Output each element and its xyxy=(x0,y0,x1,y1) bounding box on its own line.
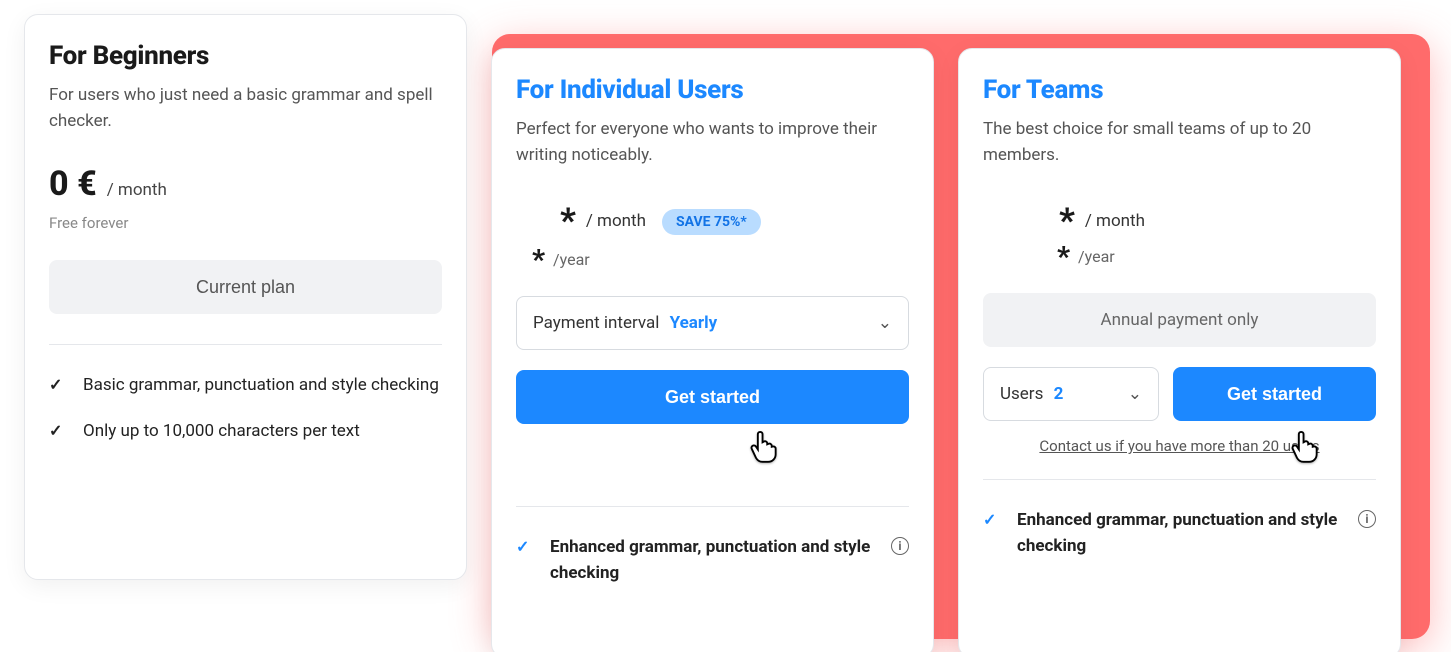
select-label: Users xyxy=(1000,384,1043,404)
chevron-down-icon: ⌄ xyxy=(878,313,892,333)
plan-title: For Teams xyxy=(983,75,1376,105)
info-icon[interactable]: i xyxy=(891,537,909,555)
get-started-button[interactable]: Get started xyxy=(1173,367,1376,421)
feature-text: Basic grammar, punctuation and style che… xyxy=(83,373,442,399)
save-badge: SAVE 75%* xyxy=(662,209,761,235)
plan-subtitle: For users who just need a basic grammar … xyxy=(49,83,442,134)
price-amount-year: * xyxy=(532,243,545,276)
price-amount: 0 € xyxy=(49,164,97,204)
contact-us-link[interactable]: Contact us if you have more than 20 user… xyxy=(983,437,1376,455)
feature-text: Only up to 10,000 characters per text xyxy=(83,419,442,445)
plan-title: For Beginners xyxy=(49,41,442,71)
plan-card-individual: For Individual Users Perfect for everyon… xyxy=(491,48,934,652)
price-row: 0 € / month xyxy=(49,164,442,204)
select-label: Payment interval xyxy=(533,313,659,333)
select-value: 2 xyxy=(1054,384,1064,404)
price-amount-year: * xyxy=(1057,240,1070,273)
price-unit-year: /year xyxy=(1078,247,1115,266)
separator xyxy=(983,479,1376,480)
price-amount-month: * xyxy=(1059,204,1075,238)
feature-item: ✓ Enhanced grammar, punctuation and styl… xyxy=(983,498,1376,569)
plan-subtitle: Perfect for everyone who wants to improv… xyxy=(516,117,909,168)
check-icon: ✓ xyxy=(983,508,1001,529)
feature-item: ✓ Enhanced grammar, punctuation and styl… xyxy=(516,525,909,596)
price-unit-month: / month xyxy=(586,211,646,231)
price-unit-year: /year xyxy=(553,250,590,269)
plan-subtitle: The best choice for small teams of up to… xyxy=(983,117,1376,168)
price-block: * / month SAVE 75%* * /year xyxy=(560,198,909,272)
check-icon: ✓ xyxy=(49,419,67,440)
price-unit: / month xyxy=(107,180,167,200)
info-icon[interactable]: i xyxy=(1358,510,1376,528)
current-plan-button: Current plan xyxy=(49,260,442,314)
check-icon: ✓ xyxy=(49,373,67,394)
feature-text: Enhanced grammar, punctuation and style … xyxy=(550,535,875,586)
plan-card-beginners: For Beginners For users who just need a … xyxy=(24,14,467,580)
select-value: Yearly xyxy=(670,313,718,333)
plan-title: For Individual Users xyxy=(516,75,909,105)
get-started-button[interactable]: Get started xyxy=(516,370,909,424)
feature-item: ✓ Only up to 10,000 characters per text xyxy=(49,409,442,455)
payment-interval-select[interactable]: Payment interval Yearly ⌄ xyxy=(516,296,909,350)
price-note: Free forever xyxy=(49,214,442,232)
chevron-down-icon: ⌄ xyxy=(1128,384,1142,404)
separator xyxy=(516,506,909,507)
annual-payment-note: Annual payment only xyxy=(983,293,1376,347)
feature-item: ✓ Basic grammar, punctuation and style c… xyxy=(49,363,442,409)
plan-card-teams: For Teams The best choice for small team… xyxy=(958,48,1401,652)
price-unit-month: / month xyxy=(1085,211,1145,231)
price-block: * / month * /year xyxy=(1059,198,1376,269)
price-amount-month: * xyxy=(560,204,576,238)
check-icon: ✓ xyxy=(516,535,534,556)
users-count-select[interactable]: Users 2 ⌄ xyxy=(983,367,1159,421)
separator xyxy=(49,344,442,345)
feature-text: Enhanced grammar, punctuation and style … xyxy=(1017,508,1342,559)
